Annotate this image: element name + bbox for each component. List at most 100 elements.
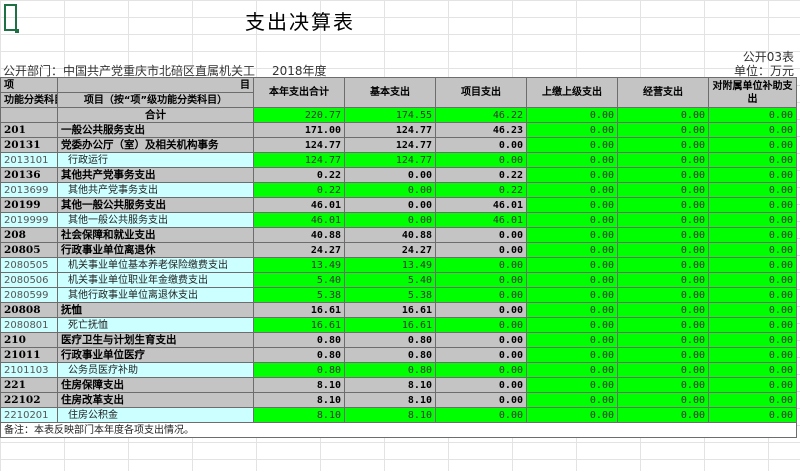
row-value[interactable]: 0.00	[617, 407, 709, 423]
row-code[interactable]: 20136	[0, 167, 58, 183]
row-value[interactable]: 124.77	[253, 137, 345, 153]
row-value[interactable]: 0.00	[526, 302, 618, 318]
row-value[interactable]: 0.00	[344, 212, 436, 228]
row-value[interactable]: 0.00	[708, 362, 797, 378]
row-value[interactable]: 0.80	[344, 332, 436, 348]
row-code[interactable]: 2013699	[0, 182, 58, 198]
row-value[interactable]: 0.00	[617, 197, 709, 213]
row-value[interactable]: 0.22	[435, 167, 527, 183]
row-value[interactable]: 0.00	[708, 182, 797, 198]
row-value[interactable]: 16.61	[344, 302, 436, 318]
row-name[interactable]: 党委办公厅（室）及相关机构事务	[57, 137, 254, 153]
row-value[interactable]: 0.00	[708, 167, 797, 183]
row-value[interactable]: 0.00	[617, 167, 709, 183]
row-value[interactable]: 0.00	[617, 377, 709, 393]
row-value[interactable]: 0.00	[526, 107, 618, 123]
row-value[interactable]: 24.27	[344, 242, 436, 258]
row-value[interactable]: 5.40	[253, 272, 345, 288]
row-value[interactable]: 0.00	[617, 347, 709, 363]
row-value[interactable]: 0.00	[526, 197, 618, 213]
row-value[interactable]: 0.00	[526, 347, 618, 363]
row-value[interactable]: 0.00	[617, 392, 709, 408]
row-value[interactable]: 5.38	[253, 287, 345, 303]
row-value[interactable]: 0.00	[526, 317, 618, 333]
row-value[interactable]: 0.00	[526, 152, 618, 168]
row-code[interactable]: 2080599	[0, 287, 58, 303]
row-code[interactable]: 201	[0, 122, 58, 138]
row-value[interactable]: 0.00	[708, 197, 797, 213]
row-code[interactable]: 2080801	[0, 317, 58, 333]
row-code[interactable]: 2080505	[0, 257, 58, 273]
row-value[interactable]: 0.00	[435, 287, 527, 303]
row-value[interactable]: 46.01	[253, 197, 345, 213]
row-code[interactable]: 22102	[0, 392, 58, 408]
row-value[interactable]: 8.10	[344, 392, 436, 408]
row-value[interactable]: 0.00	[617, 227, 709, 243]
row-value[interactable]: 13.49	[253, 257, 345, 273]
row-value[interactable]: 0.00	[708, 212, 797, 228]
row-code[interactable]: 210	[0, 332, 58, 348]
row-value[interactable]: 5.38	[344, 287, 436, 303]
row-code[interactable]	[0, 107, 58, 123]
row-value[interactable]: 0.80	[253, 362, 345, 378]
row-value[interactable]: 0.00	[526, 242, 618, 258]
row-name[interactable]: 死亡抚恤	[57, 317, 254, 333]
row-value[interactable]: 0.00	[617, 107, 709, 123]
row-name[interactable]: 其他一般公共服务支出	[57, 197, 254, 213]
row-name[interactable]: 公务员医疗补助	[57, 362, 254, 378]
row-value[interactable]: 124.77	[344, 152, 436, 168]
row-value[interactable]: 0.00	[617, 272, 709, 288]
row-name[interactable]: 一般公共服务支出	[57, 122, 254, 138]
row-value[interactable]: 0.00	[708, 152, 797, 168]
row-value[interactable]: 0.00	[526, 182, 618, 198]
row-value[interactable]: 0.80	[344, 362, 436, 378]
row-value[interactable]: 0.00	[526, 137, 618, 153]
row-value[interactable]: 0.00	[526, 407, 618, 423]
row-value[interactable]: 8.10	[253, 392, 345, 408]
row-name[interactable]: 医疗卫生与计划生育支出	[57, 332, 254, 348]
row-value[interactable]: 46.22	[435, 107, 527, 123]
row-value[interactable]: 24.27	[253, 242, 345, 258]
row-value[interactable]: 0.00	[435, 302, 527, 318]
row-value[interactable]: 46.23	[435, 122, 527, 138]
row-value[interactable]: 46.01	[435, 212, 527, 228]
row-value[interactable]: 0.22	[253, 167, 345, 183]
row-code[interactable]: 2210201	[0, 407, 58, 423]
row-value[interactable]: 171.00	[253, 122, 345, 138]
row-code[interactable]: 2080506	[0, 272, 58, 288]
row-value[interactable]: 0.80	[253, 332, 345, 348]
row-value[interactable]: 0.00	[617, 137, 709, 153]
row-name[interactable]: 机关事业单位职业年金缴费支出	[57, 272, 254, 288]
row-name[interactable]: 其他一般公共服务支出	[57, 212, 254, 228]
row-value[interactable]: 46.01	[435, 197, 527, 213]
row-value[interactable]: 8.10	[253, 377, 345, 393]
row-code[interactable]: 20131	[0, 137, 58, 153]
row-value[interactable]: 0.00	[617, 212, 709, 228]
row-value[interactable]: 0.00	[617, 152, 709, 168]
row-name[interactable]: 其他共产党事务支出	[57, 167, 254, 183]
row-value[interactable]: 124.77	[253, 152, 345, 168]
row-value[interactable]: 0.00	[435, 317, 527, 333]
row-name[interactable]: 行政运行	[57, 152, 254, 168]
row-value[interactable]: 124.77	[344, 137, 436, 153]
row-value[interactable]: 0.00	[708, 272, 797, 288]
row-value[interactable]: 220.77	[253, 107, 345, 123]
row-value[interactable]: 40.88	[253, 227, 345, 243]
row-value[interactable]: 0.80	[253, 347, 345, 363]
row-value[interactable]: 8.10	[344, 377, 436, 393]
row-value[interactable]: 0.00	[435, 137, 527, 153]
row-value[interactable]: 0.00	[435, 332, 527, 348]
row-value[interactable]: 0.00	[435, 392, 527, 408]
row-value[interactable]: 0.00	[708, 302, 797, 318]
row-value[interactable]: 0.00	[435, 227, 527, 243]
row-value[interactable]: 0.00	[617, 302, 709, 318]
row-value[interactable]: 0.00	[435, 407, 527, 423]
row-value[interactable]: 0.00	[708, 347, 797, 363]
row-code[interactable]: 2013101	[0, 152, 58, 168]
row-name[interactable]: 其他行政事业单位离退休支出	[57, 287, 254, 303]
row-value[interactable]: 0.80	[344, 347, 436, 363]
row-value[interactable]: 0.00	[526, 287, 618, 303]
row-value[interactable]: 16.61	[344, 317, 436, 333]
row-value[interactable]: 0.00	[435, 347, 527, 363]
row-value[interactable]: 0.00	[708, 257, 797, 273]
